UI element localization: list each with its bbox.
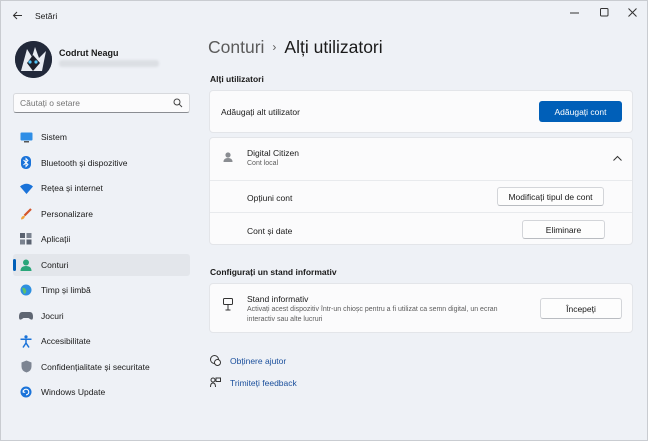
accounts-icon <box>19 258 33 272</box>
user-account-type: Cont local <box>247 160 279 167</box>
help-icon <box>210 355 221 366</box>
bluetooth-icon <box>19 156 33 170</box>
divider <box>210 180 632 181</box>
avatar[interactable] <box>15 41 52 78</box>
breadcrumb-separator: › <box>272 40 277 54</box>
sidebar-item-sistem[interactable]: Sistem <box>13 126 190 148</box>
add-user-label: Adăugați alt utilizator <box>221 107 300 117</box>
accessibility-icon <box>19 334 33 348</box>
sidebar-item-bluetooth[interactable]: Bluetooth și dispozitive <box>13 152 190 174</box>
back-button[interactable] <box>9 7 25 23</box>
breadcrumb: Conturi › Alți utilizatori <box>208 37 383 58</box>
page-title: Alți utilizatori <box>284 37 383 57</box>
kiosk-card: Stand informativ Activați acest dispozit… <box>209 283 633 333</box>
close-button[interactable] <box>621 5 643 19</box>
settings-window: Setări Codrut Neagu Sistem <box>0 0 648 441</box>
back-arrow-icon <box>12 11 22 19</box>
section-title-other-users: Alți utilizatori <box>210 74 264 84</box>
sidebar-item-apps[interactable]: Aplicații <box>13 228 190 250</box>
search-icon[interactable] <box>173 98 183 108</box>
brush-icon <box>19 207 33 221</box>
gamepad-icon <box>19 309 33 323</box>
sidebar-item-time-language[interactable]: Timp și limbă <box>13 279 190 301</box>
sidebar-nav: Sistem Bluetooth și dispozitive Rețea și… <box>13 126 190 407</box>
kiosk-description: Activați acest dispozitiv într-un chioșc… <box>247 306 498 323</box>
account-options-label: Opțiuni cont <box>247 193 293 203</box>
maximize-icon <box>599 7 608 16</box>
update-icon <box>19 385 33 399</box>
shield-icon <box>19 360 33 374</box>
sidebar-item-accessibility[interactable]: Accesibilitate <box>13 330 190 352</box>
minimize-icon <box>569 12 579 13</box>
maximize-button[interactable] <box>593 5 615 19</box>
sidebar-item-network[interactable]: Rețea și internet <box>13 177 190 199</box>
globe-icon <box>19 283 33 297</box>
user-card: Digital Citizen Cont local Opțiuni cont … <box>209 137 633 245</box>
wifi-icon <box>19 181 33 195</box>
add-account-button[interactable]: Adăugați cont <box>539 101 622 122</box>
system-icon <box>19 130 33 144</box>
close-icon <box>627 7 637 17</box>
kiosk-icon <box>223 298 233 311</box>
get-started-button[interactable]: Începeți <box>540 298 622 319</box>
search-input[interactable] <box>20 97 170 109</box>
account-data-label: Cont și date <box>247 226 293 236</box>
sidebar-item-accounts[interactable]: Conturi <box>13 253 190 276</box>
user-display-name: Digital Citizen <box>247 148 299 158</box>
divider <box>210 212 632 213</box>
avatar-image-icon <box>15 41 52 78</box>
apps-icon <box>19 232 33 246</box>
minimize-button[interactable] <box>563 5 585 19</box>
section-title-kiosk: Configurați un stand informativ <box>210 267 337 277</box>
change-account-type-button[interactable]: Modificați tipul de cont <box>497 187 604 206</box>
breadcrumb-parent[interactable]: Conturi <box>208 37 264 57</box>
user-name: Codrut Neagu <box>59 48 119 58</box>
search-box[interactable] <box>13 93 190 113</box>
feedback-icon <box>210 377 221 388</box>
sidebar-item-privacy[interactable]: Confidențialitate și securitate <box>13 356 190 378</box>
feedback-link[interactable]: Trimiteți feedback <box>230 378 297 388</box>
sidebar-item-windows-update[interactable]: Windows Update <box>13 381 190 403</box>
title-bar: Setări <box>1 1 647 29</box>
chevron-up-icon[interactable] <box>613 155 622 161</box>
sidebar-item-gaming[interactable]: Jocuri <box>13 305 190 327</box>
kiosk-title: Stand informativ <box>247 294 309 304</box>
remove-button[interactable]: Eliminare <box>522 220 605 239</box>
user-email-blurred <box>59 60 159 67</box>
sidebar-item-personalization[interactable]: Personalizare <box>13 203 190 225</box>
user-avatar-icon <box>223 152 233 162</box>
app-title: Setări <box>35 11 58 21</box>
add-user-card: Adăugați alt utilizator Adăugați cont <box>209 90 633 133</box>
help-link[interactable]: Obținere ajutor <box>230 356 286 366</box>
